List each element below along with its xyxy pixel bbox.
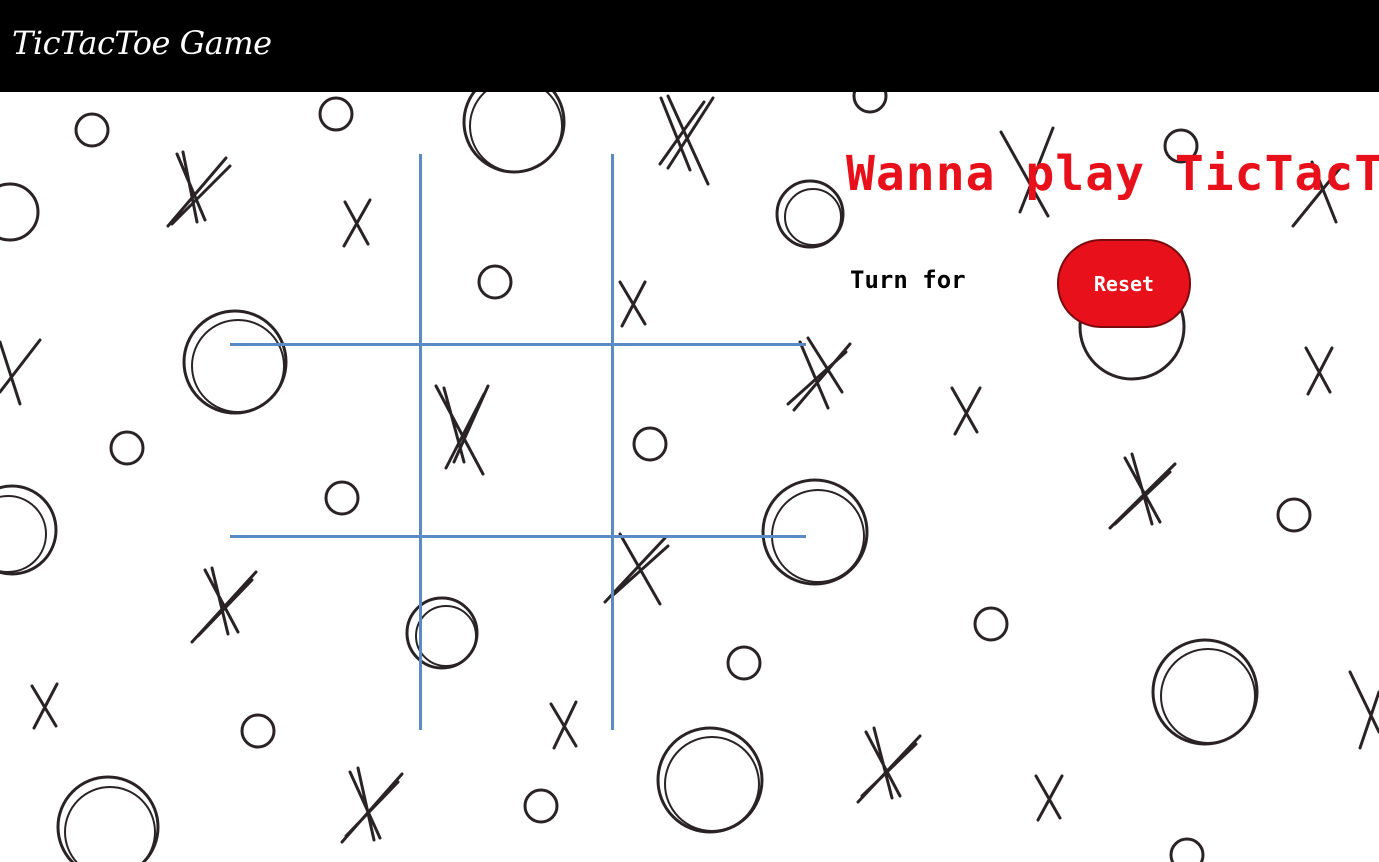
board-cell-2[interactable] <box>422 154 614 346</box>
board-cell-3[interactable] <box>614 154 806 346</box>
board-cell-6[interactable] <box>614 346 806 538</box>
info-panel: Wanna play TicTacToe? Turn for Reset <box>846 146 1379 346</box>
navbar: TicTacToe Game <box>0 0 1379 92</box>
turn-indicator: Turn for <box>850 266 966 294</box>
board-cell-8[interactable] <box>422 538 614 730</box>
game-area: Wanna play TicTacToe? Turn for Reset <box>0 92 1379 862</box>
game-board <box>230 154 806 730</box>
board-cell-9[interactable] <box>614 538 806 730</box>
page-title: Wanna play TicTacToe? <box>846 146 1379 202</box>
board-cell-1[interactable] <box>230 154 422 346</box>
brand-title[interactable]: TicTacToe Game <box>12 24 272 62</box>
board-cell-7[interactable] <box>230 538 422 730</box>
board-cell-5[interactable] <box>422 346 614 538</box>
board-cell-4[interactable] <box>230 346 422 538</box>
reset-button[interactable]: Reset <box>1057 239 1191 328</box>
